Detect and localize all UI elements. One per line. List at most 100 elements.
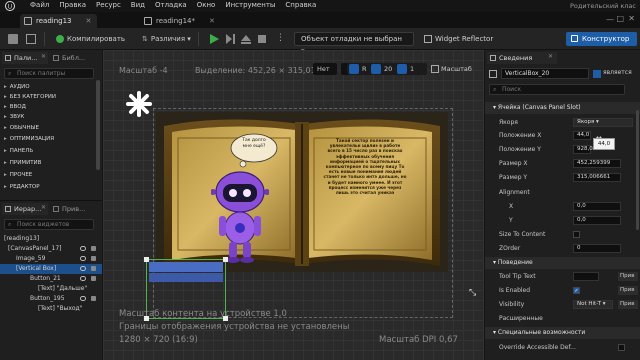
palette-category[interactable]: РЕДАКТОР <box>4 183 40 192</box>
tab-reading14[interactable]: reading14* ✕ <box>140 14 221 28</box>
visibility-eye-icon[interactable] <box>80 246 86 251</box>
palette-category[interactable]: БЕЗ КАТЕГОРИИ <box>4 93 56 102</box>
is-variable-checkbox[interactable] <box>593 70 601 78</box>
section-accessibility[interactable]: Специальные возможности <box>485 327 640 339</box>
row-advanced[interactable]: Расширенные <box>485 312 640 325</box>
resize-arrows-icon[interactable]: ⤡ <box>469 288 476 298</box>
debug-object-dropdown[interactable]: Объект отладки не выбран ▾ <box>294 32 414 55</box>
compile-button[interactable]: Компилировать <box>52 32 129 46</box>
size-y-input[interactable]: 315,006661 <box>573 173 621 182</box>
lock-snap-icon[interactable] <box>349 64 359 74</box>
stop-icon[interactable] <box>256 33 268 45</box>
details-search-input[interactable]: ⌕ Поиск <box>489 84 625 95</box>
tree-item-image[interactable]: Image_59 <box>0 254 102 264</box>
palette-search-input[interactable]: ⌕ Поиск палитры <box>4 68 94 79</box>
lock-icon[interactable] <box>91 296 96 301</box>
override-accessible-checkbox[interactable] <box>618 344 625 351</box>
designer-mode-button[interactable]: Конструктор <box>566 32 638 46</box>
browse-icon[interactable] <box>26 34 36 44</box>
palette-category[interactable]: ОБЫЧНЫЕ <box>4 124 39 133</box>
grid-size-value[interactable]: 20 <box>384 63 392 75</box>
details-scrollbar[interactable] <box>636 110 639 230</box>
minimize-icon[interactable]: — <box>606 15 614 24</box>
tooltip-bind-button[interactable]: Прив <box>618 272 638 281</box>
section-behavior[interactable]: Поведение <box>485 257 640 269</box>
save-icon[interactable] <box>8 34 18 44</box>
size-to-content-checkbox[interactable] <box>573 231 580 238</box>
widget-search-input[interactable]: ⌕ Поиск виджетов <box>4 219 94 230</box>
zorder-input[interactable]: 0 <box>573 244 621 253</box>
lock-icon[interactable] <box>91 266 96 271</box>
grid-snap-icon[interactable] <box>371 64 381 74</box>
tab-library[interactable]: Библ... <box>50 52 100 64</box>
palette-scrollbar[interactable] <box>96 80 100 170</box>
diff-button[interactable]: ⇅ Различия ▾ <box>138 32 195 46</box>
play-icon[interactable] <box>208 33 220 45</box>
eject-icon[interactable] <box>240 33 252 45</box>
close-tab-icon[interactable]: ✕ <box>41 53 46 60</box>
device-toggle-dropdown[interactable]: Нет <box>313 63 337 75</box>
close-tab-icon[interactable]: ✕ <box>548 53 553 60</box>
lock-icon[interactable] <box>91 256 96 261</box>
widget-reflector-button[interactable]: Widget Reflector <box>420 32 497 46</box>
zoom-snap-value[interactable]: 1 <box>410 63 414 75</box>
visibility-eye-icon[interactable] <box>80 296 86 301</box>
tree-item-canvas-panel[interactable]: [CanvasPanel_17] <box>0 244 102 254</box>
maximize-icon[interactable]: □ <box>616 14 624 23</box>
tab-reading13[interactable]: reading13 ✕ <box>20 14 98 28</box>
widget-name-input[interactable]: VerticalBox_20 <box>501 68 589 79</box>
palette-category[interactable]: ПРИМИТИВ <box>4 159 42 168</box>
unreal-logo-icon[interactable]: U <box>4 1 16 11</box>
more-options-icon[interactable]: ⋮ <box>276 33 285 43</box>
resize-handle[interactable] <box>144 257 149 262</box>
section-canvas-slot[interactable]: Ячейка (Canvas Panel Slot) <box>485 102 640 114</box>
anchors-dropdown[interactable]: Якоря ▾ <box>573 118 633 127</box>
lock-icon[interactable] <box>91 276 96 281</box>
tree-item-text-exit[interactable]: [Text] "Выход" <box>0 304 102 314</box>
menu-help[interactable]: Справка <box>285 1 316 9</box>
menu-tools[interactable]: Инструменты <box>225 1 275 9</box>
tab-bind-widgets[interactable]: Прив... <box>50 203 100 215</box>
pos-x-input[interactable]: 44,0 <box>573 131 591 140</box>
close-tab-icon[interactable]: ✕ <box>41 204 46 211</box>
button-exit[interactable] <box>149 273 223 282</box>
pos-y-input[interactable]: 928,0 <box>573 145 593 154</box>
row-alignment[interactable]: Alignment <box>485 186 640 199</box>
snap-value[interactable]: R <box>362 63 367 75</box>
align-y-input[interactable]: 0,0 <box>573 216 621 225</box>
menu-window[interactable]: Окно <box>197 1 216 9</box>
resize-handle[interactable] <box>223 257 228 262</box>
menu-asset[interactable]: Ресурс <box>96 1 121 9</box>
palette-category[interactable]: ВВОД <box>4 103 26 112</box>
tree-item-vertical-box[interactable]: [Vertical Box] <box>0 264 102 274</box>
tree-item-text-next[interactable]: [Text] "Дальше" <box>0 284 102 294</box>
visibility-eye-icon[interactable] <box>80 256 86 261</box>
visibility-bind-button[interactable]: Прив <box>618 300 638 309</box>
designer-viewport[interactable]: Масштаб -4 Выделение: 452,26 × 315,01 Не… <box>103 50 484 360</box>
visibility-eye-icon[interactable] <box>80 266 86 271</box>
enabled-bind-button[interactable]: Прив <box>618 286 638 295</box>
tree-item-button-exit[interactable]: Button_195 <box>0 294 102 304</box>
palette-category[interactable]: ЗВУК <box>4 113 25 122</box>
visibility-dropdown[interactable]: Not Hit-T ▾ <box>573 300 613 309</box>
palette-category[interactable]: ОПТИМИЗАЦИЯ <box>4 135 54 144</box>
is-enabled-checkbox[interactable]: ✓ <box>573 287 580 294</box>
menu-file[interactable]: Файл <box>30 1 49 9</box>
tree-item-button-next[interactable]: Button_21 <box>0 274 102 284</box>
lock-icon[interactable] <box>91 246 96 251</box>
palette-category[interactable]: ПАНЕЛЬ <box>4 147 33 156</box>
close-window-icon[interactable]: ✕ <box>628 14 635 23</box>
close-tab-icon[interactable]: ✕ <box>209 17 215 25</box>
size-x-input[interactable]: 452,259399 <box>573 159 621 168</box>
menu-edit[interactable]: Правка <box>59 1 86 9</box>
close-tab-icon[interactable]: ✕ <box>86 17 92 25</box>
button-next[interactable] <box>149 262 223 272</box>
tooltip-text-input[interactable] <box>573 272 599 281</box>
tree-item-root[interactable]: [reading13] <box>0 234 102 244</box>
step-icon[interactable] <box>224 33 236 45</box>
align-x-input[interactable]: 0,0 <box>573 202 621 211</box>
palette-category[interactable]: АУДИО <box>4 83 30 92</box>
tab-details[interactable]: Сведения <box>487 52 557 64</box>
visibility-eye-icon[interactable] <box>80 276 86 281</box>
palette-category[interactable]: ПРОЧЕЕ <box>4 171 33 180</box>
